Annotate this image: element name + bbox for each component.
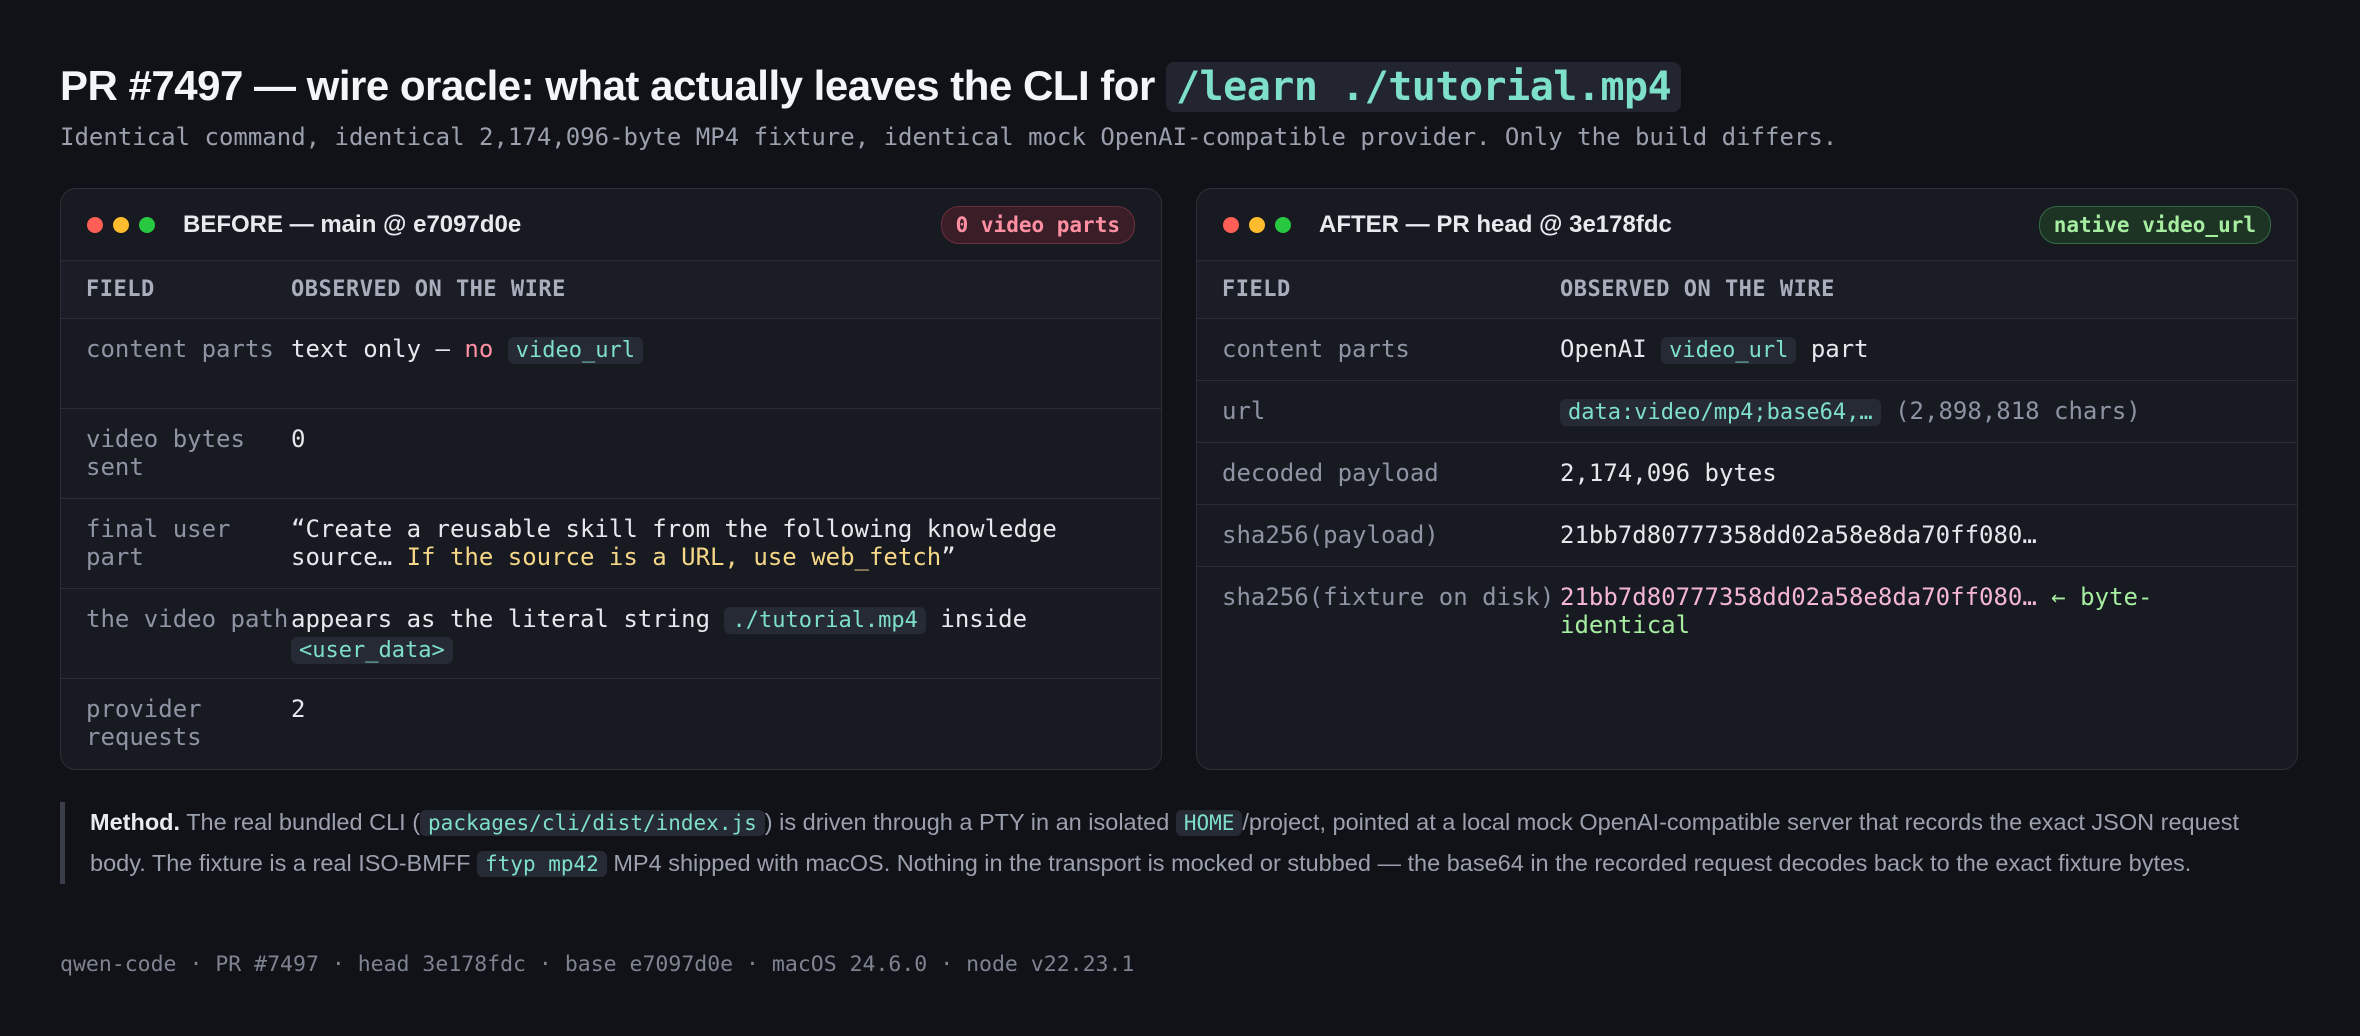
window-controls <box>1223 216 1291 233</box>
minimize-dot-icon <box>113 216 129 233</box>
field-label: provider requests <box>86 695 202 751</box>
observed-value: 2 <box>291 695 306 723</box>
observed-value: 21bb7d80777358dd02a58e8da70ff080… ← byte… <box>1560 583 2153 639</box>
before-panel: BEFORE — main @ e7097d0e 0 video parts F… <box>60 188 1162 770</box>
footer-meta: qwen-code · PR #7497 · head 3e178fdc · b… <box>60 952 1135 977</box>
page-title: PR #7497 — wire oracle: what actually le… <box>60 56 2300 117</box>
before-table-header: FIELD OBSERVED ON THE WIRE <box>61 261 1161 319</box>
table-row: content parts OpenAI video_url part <box>1197 319 2297 381</box>
observed-value: text only — no video_url <box>291 319 1161 408</box>
method-label: Method. <box>90 809 181 835</box>
close-dot-icon <box>1223 216 1239 233</box>
observed-value: “Create a reusable skill from the follow… <box>291 515 1057 571</box>
observed-value: data:video/mp4;base64,… (2,898,818 chars… <box>1560 381 2297 442</box>
code-chip: video_url <box>507 337 643 364</box>
observed-value: 0 <box>291 425 306 453</box>
page: PR #7497 — wire oracle: what actually le… <box>0 0 2360 1036</box>
code-chip: HOME <box>1175 810 1243 836</box>
code-chip: data:video/mp4;base64,… <box>1560 399 1881 426</box>
table-row: sha256(payload) 21bb7d80777358dd02a58e8d… <box>1197 505 2297 567</box>
after-panel-title: AFTER — PR head @ 3e178fdc <box>1319 210 1672 238</box>
observed-value: 2,174,096 bytes <box>1560 459 1777 487</box>
maximize-dot-icon <box>139 216 155 233</box>
table-row: provider requests 2 <box>61 679 1161 769</box>
table-row: content parts text only — no video_url <box>61 319 1161 409</box>
code-chip: packages/cli/dist/index.js <box>420 810 765 836</box>
field-label: sha256(payload) <box>1222 521 1439 549</box>
minimize-dot-icon <box>1249 216 1265 233</box>
column-header-field: FIELD <box>86 277 155 302</box>
page-subtitle: Identical command, identical 2,174,096-b… <box>60 123 1838 151</box>
table-row: sha256(fixture on disk) 21bb7d80777358dd… <box>1197 567 2297 657</box>
code-chip: video_url <box>1661 337 1797 364</box>
field-label: the video path <box>86 605 289 633</box>
window-controls <box>87 216 155 233</box>
observed-value: OpenAI video_url part <box>1560 335 1869 364</box>
field-label: video bytes sent <box>86 425 245 481</box>
table-row: the video path appears as the literal st… <box>61 589 1161 679</box>
before-panel-title: BEFORE — main @ e7097d0e <box>183 210 522 238</box>
observed-value: 21bb7d80777358dd02a58e8da70ff080… <box>1560 521 2037 549</box>
title-text: PR #7497 — wire oracle: what actually le… <box>60 62 1155 109</box>
column-header-observed: OBSERVED ON THE WIRE <box>1560 277 1835 302</box>
table-row: video bytes sent 0 <box>61 409 1161 499</box>
title-command-code: /learn ./tutorial.mp4 <box>1165 62 1682 112</box>
after-table-header: FIELD OBSERVED ON THE WIRE <box>1197 261 2297 319</box>
field-label: url <box>1222 397 1266 425</box>
table-row: url data:video/mp4;base64,… (2,898,818 c… <box>1197 381 2297 443</box>
after-panel: AFTER — PR head @ 3e178fdc native video_… <box>1196 188 2298 770</box>
after-status-badge: native video_url <box>2038 206 2271 244</box>
code-chip: ./tutorial.mp4 <box>724 607 926 634</box>
table-row: decoded payload 2,174,096 bytes <box>1197 443 2297 505</box>
maximize-dot-icon <box>1275 216 1291 233</box>
before-status-badge: 0 video parts <box>940 206 1135 244</box>
field-label: decoded payload <box>1222 459 1439 487</box>
column-header-observed: OBSERVED ON THE WIRE <box>291 277 566 302</box>
field-label: content parts <box>1222 335 1410 363</box>
code-chip: ftyp mp42 <box>477 851 607 877</box>
close-dot-icon <box>87 216 103 233</box>
after-panel-header: AFTER — PR head @ 3e178fdc native video_… <box>1197 189 2297 261</box>
method-note: Method. The real bundled CLI (packages/c… <box>60 802 2300 884</box>
comparison-panels: BEFORE — main @ e7097d0e 0 video parts F… <box>60 188 2300 772</box>
field-label: content parts <box>86 335 274 363</box>
table-row: final user part “Create a reusable skill… <box>61 499 1161 589</box>
observed-value: appears as the literal string ./tutorial… <box>291 605 1028 664</box>
column-header-field: FIELD <box>1222 277 1291 302</box>
field-label: sha256(fixture on disk) <box>1222 583 1555 611</box>
before-panel-header: BEFORE — main @ e7097d0e 0 video parts <box>61 189 1161 261</box>
field-label: final user part <box>86 515 231 571</box>
code-chip: <user_data> <box>291 637 453 664</box>
